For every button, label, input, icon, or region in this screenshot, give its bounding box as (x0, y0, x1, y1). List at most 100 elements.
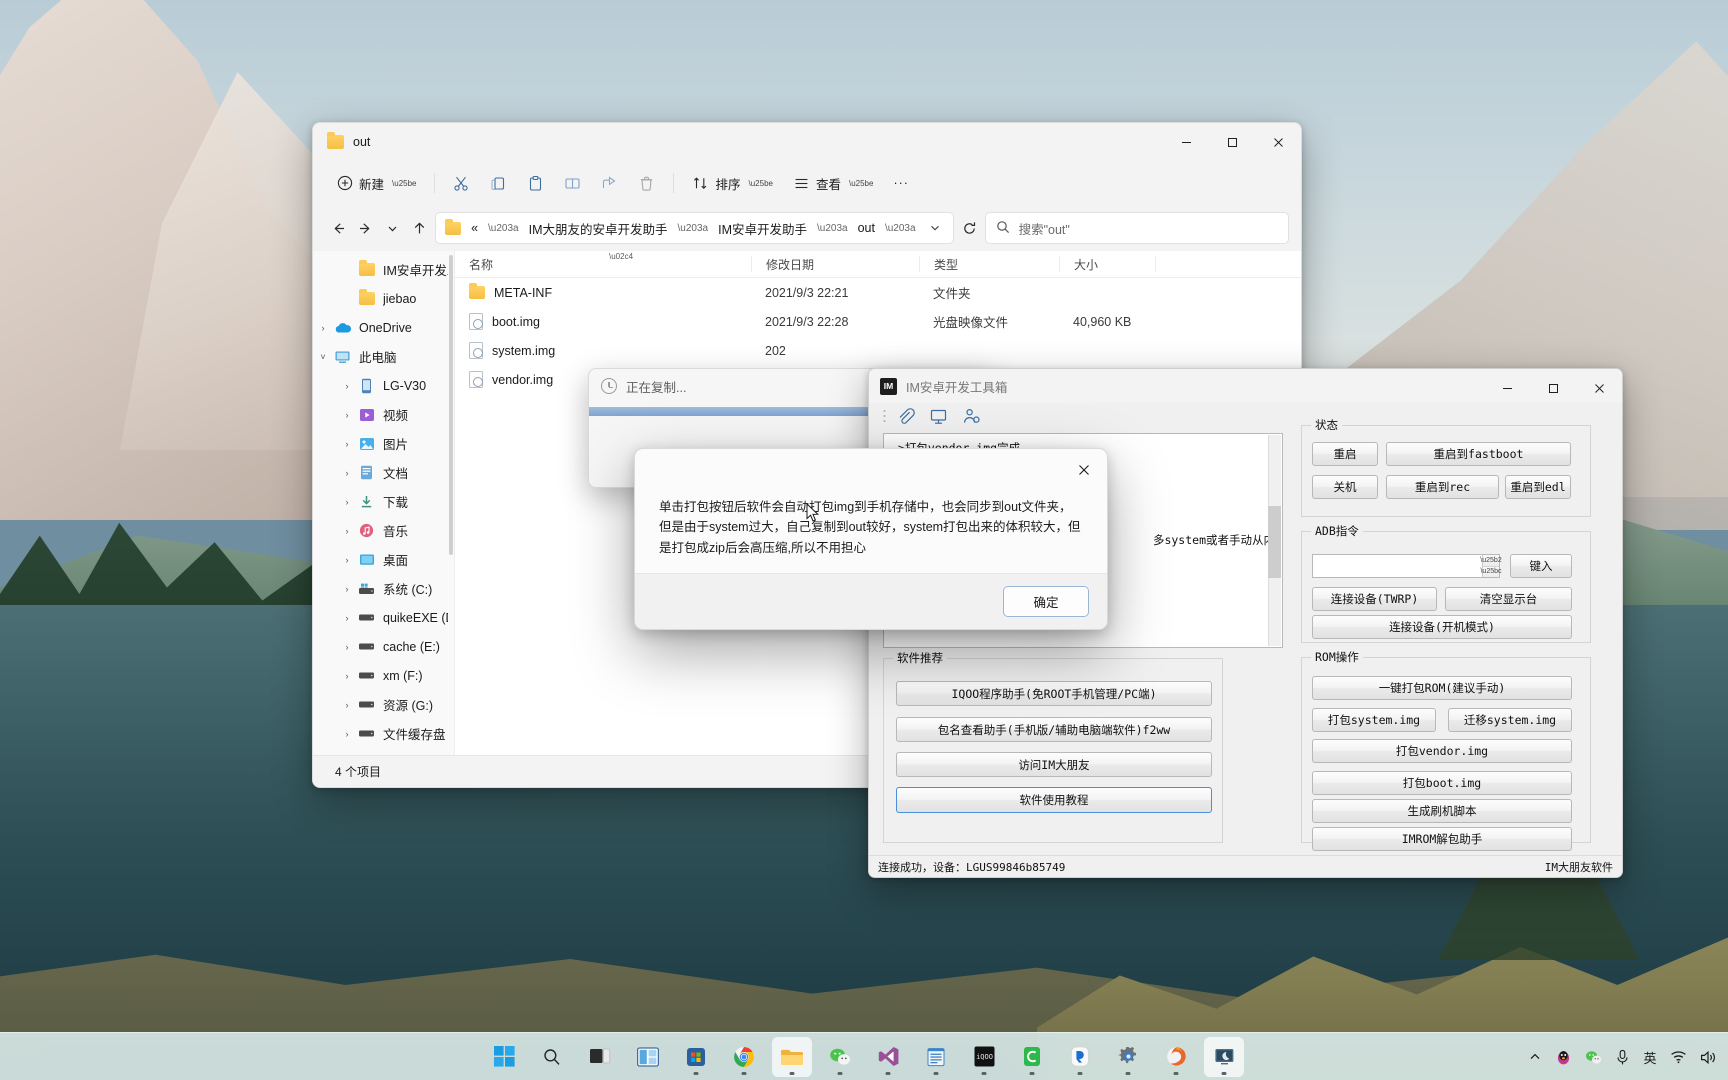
column-header-extra[interactable] (1155, 256, 1195, 272)
close-icon[interactable] (1069, 456, 1099, 484)
column-header-type[interactable]: 类型 (919, 256, 1059, 272)
nav-item-this-pc[interactable]: ˅ 此电脑 (313, 342, 454, 371)
one-click-pack-rom-button[interactable]: 一键打包ROM(建议手动) (1312, 676, 1572, 700)
close-button[interactable] (1255, 123, 1301, 161)
address-history-button[interactable] (923, 216, 947, 240)
nav-item-lg-v30[interactable]: › LG-V30 (313, 371, 454, 400)
connect-boot-mode-button[interactable]: 连接设备(开机模式) (1312, 615, 1572, 639)
system-tray[interactable]: 英 (1523, 1033, 1722, 1080)
nav-item-videos[interactable]: › 视频 (313, 400, 454, 429)
minimize-button[interactable] (1484, 369, 1530, 407)
console-scrollbar-thumb[interactable] (1268, 506, 1281, 578)
pack-vendor-img-button[interactable]: 打包vendor.img (1312, 739, 1572, 763)
expander[interactable]: › (337, 410, 357, 420)
nav-item-system-c[interactable]: › 系统 (C:) (313, 574, 454, 603)
expander[interactable]: ˅ (313, 352, 333, 362)
search-taskbar-button[interactable] (532, 1037, 572, 1077)
ok-button[interactable]: 确定 (1003, 586, 1089, 617)
nav-item-desktop[interactable]: › 桌面 (313, 545, 454, 574)
share-button[interactable] (592, 167, 627, 199)
forward-button[interactable] (354, 213, 377, 243)
navigation-pane[interactable]: IM安卓开发工具 jiebao › OneDrive ˅ 此电脑 (313, 251, 455, 755)
maximize-button[interactable] (1530, 369, 1576, 407)
reboot-edl-button[interactable]: 重启到edl (1505, 475, 1571, 499)
delete-button[interactable] (629, 167, 664, 199)
breadcrumb[interactable]: « \u203a IM大朋友的安卓开发助手 \u203a IM安卓开发助手 \u… (435, 212, 954, 244)
nav-item-music[interactable]: › 音乐 (313, 516, 454, 545)
widgets-button[interactable] (628, 1037, 668, 1077)
explorer-window-controls[interactable] (1163, 123, 1301, 161)
nav-item-onedrive[interactable]: › OneDrive (313, 313, 454, 342)
software-tutorial-button[interactable]: 软件使用教程 (896, 787, 1212, 813)
new-button[interactable]: 新建 \u25be (327, 167, 425, 199)
visit-im-button[interactable]: 访问IM大朋友 (896, 752, 1212, 777)
start-button[interactable] (484, 1037, 524, 1077)
wifi-icon[interactable] (1665, 1040, 1692, 1074)
settings-button[interactable] (1108, 1037, 1148, 1077)
up-button[interactable] (408, 213, 431, 243)
expander[interactable]: › (337, 526, 357, 536)
expander[interactable]: › (337, 584, 357, 594)
nav-item-drive-d[interactable]: › quikeEXE (D:) (313, 603, 454, 632)
microphone-icon[interactable] (1610, 1040, 1635, 1074)
expander[interactable]: › (337, 700, 357, 710)
expander[interactable]: › (337, 613, 357, 623)
qq-icon[interactable] (1550, 1040, 1577, 1074)
pack-system-img-button[interactable]: 打包system.img (1312, 708, 1436, 732)
minimize-button[interactable] (1163, 123, 1209, 161)
table-row[interactable]: META-INF 2021/9/3 22:21 文件夹 (455, 278, 1301, 307)
table-row[interactable]: boot.img 2021/9/3 22:28 光盘映像文件 40,960 KB (455, 307, 1301, 336)
expander[interactable]: › (337, 729, 357, 739)
back-button[interactable] (327, 213, 350, 243)
expander[interactable]: › (337, 671, 357, 681)
taskbar-apps[interactable]: iQOO (484, 1037, 1244, 1077)
nav-item-drive-h[interactable]: › 文件缓存盘 (H:) (313, 719, 454, 748)
expander[interactable]: › (337, 642, 357, 652)
cut-button[interactable] (444, 167, 479, 199)
imrom-unpack-helper-button[interactable]: IMROM解包助手 (1312, 827, 1572, 851)
expander[interactable]: › (337, 381, 357, 391)
nav-scrollbar[interactable] (449, 255, 453, 555)
blue-app-button[interactable] (1060, 1037, 1100, 1077)
nav-item-drive-f[interactable]: › xm (F:) (313, 661, 454, 690)
task-view-button[interactable] (580, 1037, 620, 1077)
file-list-header[interactable]: 名称 修改日期 类型 大小 \u02c4 (455, 251, 1301, 278)
explorer-toolbar[interactable]: 新建 \u25be (313, 161, 1301, 205)
file-name-cell[interactable]: system.img (455, 342, 751, 359)
column-header-name[interactable]: 名称 (455, 256, 751, 272)
reboot-button[interactable]: 重启 (1312, 442, 1378, 466)
table-row[interactable]: system.img 202 (455, 336, 1301, 365)
im-toolbox-button[interactable] (1204, 1037, 1244, 1077)
sort-button[interactable]: 排序 \u25be (683, 167, 781, 199)
file-explorer-button[interactable] (772, 1037, 812, 1077)
notepad-button[interactable] (916, 1037, 956, 1077)
file-name-cell[interactable]: boot.img (455, 313, 751, 330)
generate-flash-script-button[interactable]: 生成刷机脚本 (1312, 799, 1572, 823)
nav-item-jiebao[interactable]: jiebao (313, 284, 454, 313)
migrate-system-img-button[interactable]: 迁移system.img (1448, 708, 1572, 732)
im-window-controls[interactable] (1484, 369, 1622, 407)
reboot-rec-button[interactable]: 重启到rec (1386, 475, 1499, 499)
nav-item-drive-e[interactable]: › cache (E:) (313, 632, 454, 661)
expander[interactable]: › (337, 468, 357, 478)
rename-button[interactable] (555, 167, 590, 199)
adb-input-spinner[interactable]: \u25b2 \u25bc (1482, 555, 1499, 577)
nav-item-drive-g[interactable]: › 资源 (G:) (313, 690, 454, 719)
ime-indicator[interactable]: 英 (1638, 1040, 1662, 1074)
reboot-fastboot-button[interactable]: 重启到fastboot (1386, 442, 1571, 466)
tray-overflow-button[interactable] (1523, 1040, 1547, 1074)
paste-button[interactable] (518, 167, 553, 199)
copy-button[interactable] (481, 167, 516, 199)
column-header-date[interactable]: 修改日期 (751, 256, 919, 272)
wechat-tray-icon[interactable] (1580, 1040, 1607, 1074)
iqoo-helper-button[interactable]: IQOO程序助手(免ROOT手机管理/PC端) (896, 681, 1212, 706)
poweroff-button[interactable]: 关机 (1312, 475, 1378, 499)
refresh-button[interactable] (958, 213, 981, 243)
maximize-button[interactable] (1209, 123, 1255, 161)
visual-studio-button[interactable] (868, 1037, 908, 1077)
microsoft-store-button[interactable] (676, 1037, 716, 1077)
nav-item-pictures[interactable]: › 图片 (313, 429, 454, 458)
expander[interactable]: › (337, 497, 357, 507)
paperclip-icon[interactable] (895, 406, 915, 426)
breadcrumb-segment-2[interactable]: out (855, 219, 878, 237)
